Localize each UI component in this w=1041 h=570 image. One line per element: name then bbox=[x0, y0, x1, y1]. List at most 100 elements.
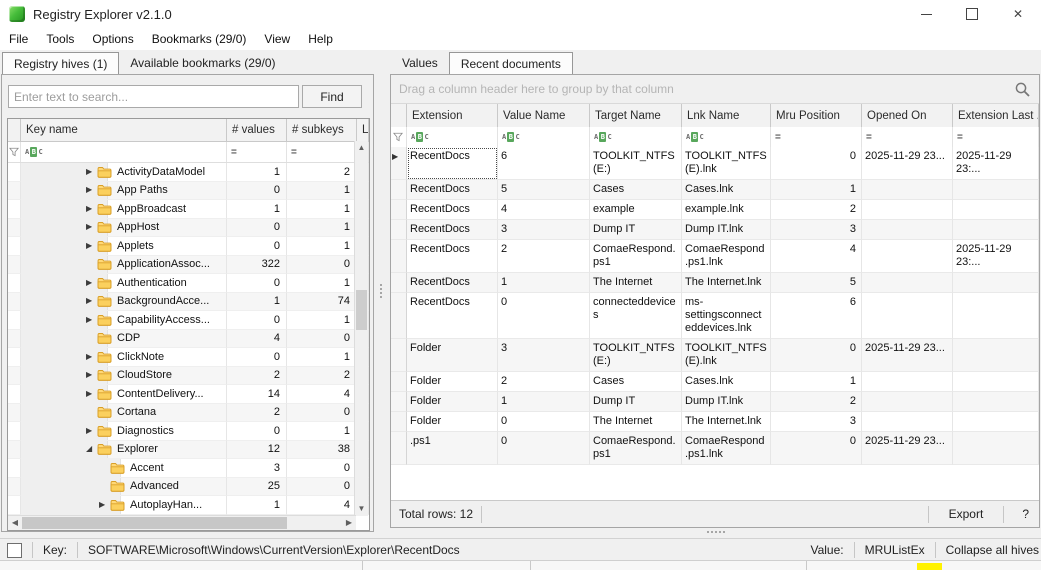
cell-value-name[interactable]: 4 bbox=[498, 200, 590, 220]
cell-target-name[interactable]: TOOLKIT_NTFS (E:) bbox=[590, 147, 682, 180]
cell-mru-position[interactable]: 5 bbox=[771, 273, 862, 293]
cell-lnk-name[interactable]: The Internet.lnk bbox=[682, 412, 771, 432]
cell-mru-position[interactable]: 0 bbox=[771, 339, 862, 372]
find-button[interactable]: Find bbox=[302, 85, 362, 108]
grid-row[interactable]: RecentDocs 4 example example.lnk 2 bbox=[391, 200, 1039, 220]
cell-target-name[interactable]: The Internet bbox=[590, 273, 682, 293]
tree-row[interactable]: ◢ Explorer 12 38 bbox=[8, 440, 369, 459]
grid-row[interactable]: Folder 0 The Internet The Internet.lnk 3 bbox=[391, 412, 1039, 432]
cell-opened-on[interactable] bbox=[862, 273, 953, 293]
cell-extension-last[interactable]: 2025-11-29 23:... bbox=[953, 240, 1039, 273]
cell-lnk-name[interactable]: The Internet.lnk bbox=[682, 273, 771, 293]
cell-mru-position[interactable]: 2 bbox=[771, 200, 862, 220]
cell-value-name[interactable]: 1 bbox=[498, 392, 590, 412]
cell-extension[interactable]: Folder bbox=[407, 412, 498, 432]
scroll-thumb[interactable] bbox=[22, 517, 287, 529]
cell-lnk-name[interactable]: example.lnk bbox=[682, 200, 771, 220]
tree-header-lastwrite[interactable]: Las bbox=[357, 119, 369, 141]
grid-row[interactable]: ▶ RecentDocs 6 TOOLKIT_NTFS (E:) TOOLKIT_NTF… bbox=[391, 147, 1039, 180]
grid-header-value-name[interactable]: Value Name bbox=[498, 104, 590, 127]
cell-value-name[interactable]: 0 bbox=[498, 293, 590, 339]
menu-item-options[interactable]: Options bbox=[83, 32, 142, 46]
grid-row[interactable]: RecentDocs 5 Cases Cases.lnk 1 bbox=[391, 180, 1039, 200]
grid-filter-lnk-name[interactable]: ABC bbox=[682, 127, 771, 147]
cell-opened-on[interactable] bbox=[862, 392, 953, 412]
cell-target-name[interactable]: connecteddevices bbox=[590, 293, 682, 339]
grid-header-lnk-name[interactable]: Lnk Name bbox=[682, 104, 771, 127]
cell-extension-last[interactable] bbox=[953, 200, 1039, 220]
cell-lnk-name[interactable]: Cases.lnk bbox=[682, 372, 771, 392]
cell-opened-on[interactable] bbox=[862, 372, 953, 392]
menu-item-view[interactable]: View bbox=[255, 32, 299, 46]
tab-registry-hives[interactable]: Registry hives (1) bbox=[2, 52, 120, 76]
search-input[interactable] bbox=[8, 85, 299, 108]
cell-opened-on[interactable] bbox=[862, 412, 953, 432]
grid-header-extension[interactable]: Extension bbox=[407, 104, 498, 127]
cell-lnk-name[interactable]: ComaeRespond.ps1.lnk bbox=[682, 240, 771, 273]
tab-available-bookmarks[interactable]: Available bookmarks (29/0) bbox=[119, 52, 286, 74]
tree-row[interactable]: ▶ AppHost 0 1 bbox=[8, 218, 369, 237]
tree-header-subkeys[interactable]: # subkeys bbox=[287, 119, 357, 141]
cell-extension-last[interactable] bbox=[953, 412, 1039, 432]
tree-horizontal-scrollbar[interactable]: ◀ ▶ bbox=[8, 515, 356, 530]
grid-header-extension-last[interactable]: Extension Last ... bbox=[953, 104, 1039, 127]
cell-extension-last[interactable] bbox=[953, 273, 1039, 293]
scroll-right-icon[interactable]: ▶ bbox=[342, 516, 356, 530]
cell-extension[interactable]: RecentDocs bbox=[407, 147, 498, 180]
cell-value-name[interactable]: 0 bbox=[498, 412, 590, 432]
grid-filter-opened-on[interactable]: = bbox=[862, 127, 953, 147]
cell-extension[interactable]: RecentDocs bbox=[407, 180, 498, 200]
expander-collapsed-icon[interactable]: ▶ bbox=[86, 297, 97, 305]
cell-extension-last[interactable] bbox=[953, 339, 1039, 372]
cell-value-name[interactable]: 0 bbox=[498, 432, 590, 465]
tree-row[interactable]: ▶ ClickNote 0 1 bbox=[8, 348, 369, 367]
cell-lnk-name[interactable]: TOOLKIT_NTFS (E).lnk bbox=[682, 147, 771, 180]
panel-splitter[interactable] bbox=[377, 278, 385, 304]
cell-mru-position[interactable]: 0 bbox=[771, 147, 862, 180]
cell-value-name[interactable]: 3 bbox=[498, 339, 590, 372]
cell-mru-position[interactable]: 0 bbox=[771, 432, 862, 465]
cell-value-name[interactable]: 2 bbox=[498, 240, 590, 273]
minimize-button[interactable] bbox=[903, 0, 949, 28]
cell-mru-position[interactable]: 3 bbox=[771, 220, 862, 240]
cell-opened-on[interactable]: 2025-11-29 23... bbox=[862, 147, 953, 180]
tree-row[interactable]: ▶ App Paths 0 1 bbox=[8, 181, 369, 200]
cell-extension[interactable]: RecentDocs bbox=[407, 220, 498, 240]
export-button[interactable]: Export bbox=[937, 507, 996, 521]
cell-extension-last[interactable] bbox=[953, 180, 1039, 200]
expander-collapsed-icon[interactable]: ▶ bbox=[86, 241, 97, 250]
grid-row[interactable]: Folder 1 Dump IT Dump IT.lnk 2 bbox=[391, 392, 1039, 412]
expander-collapsed-icon[interactable]: ▶ bbox=[86, 315, 97, 324]
search-magnifier-icon[interactable] bbox=[1014, 81, 1031, 98]
tree-row[interactable]: ▶ Applets 0 1 bbox=[8, 237, 369, 256]
cell-lnk-name[interactable]: Dump IT.lnk bbox=[682, 220, 771, 240]
grid-header-target-name[interactable]: Target Name bbox=[590, 104, 682, 127]
scroll-up-icon[interactable]: ▲ bbox=[355, 141, 368, 155]
splitter-handle-dots[interactable] bbox=[703, 528, 729, 536]
expander-collapsed-icon[interactable]: ▶ bbox=[86, 371, 97, 379]
cell-lnk-name[interactable]: ms-settingsconnecteddevices.lnk bbox=[682, 293, 771, 339]
grid-filter-extension-last[interactable]: = bbox=[953, 127, 1039, 147]
expander-collapsed-icon[interactable]: ▶ bbox=[99, 500, 110, 509]
cell-opened-on[interactable] bbox=[862, 293, 953, 339]
cell-lnk-name[interactable]: TOOLKIT_NTFS (E).lnk bbox=[682, 339, 771, 372]
tree-row[interactable]: Cortana 2 0 bbox=[8, 403, 369, 422]
cell-extension[interactable]: RecentDocs bbox=[407, 273, 498, 293]
collapse-all-hives-button[interactable]: Collapse all hives bbox=[946, 543, 1041, 557]
expander-collapsed-icon[interactable]: ▶ bbox=[86, 204, 97, 213]
expander-collapsed-icon[interactable]: ▶ bbox=[86, 426, 97, 435]
tab-values[interactable]: Values bbox=[391, 52, 449, 74]
tree-row[interactable]: ▶ CapabilityAccess... 0 1 bbox=[8, 311, 369, 330]
expander-collapsed-icon[interactable]: ▶ bbox=[86, 352, 97, 361]
grid-row[interactable]: RecentDocs 1 The Internet The Internet.lnk 5 bbox=[391, 273, 1039, 293]
expander-collapsed-icon[interactable]: ▶ bbox=[86, 167, 97, 176]
cell-opened-on[interactable] bbox=[862, 200, 953, 220]
grid-row[interactable]: Folder 2 Cases Cases.lnk 1 bbox=[391, 372, 1039, 392]
cell-value-name[interactable]: 1 bbox=[498, 273, 590, 293]
menu-item-bookmarks[interactable]: Bookmarks (29/0) bbox=[143, 32, 256, 46]
tree-filter-subkeys[interactable]: = bbox=[287, 142, 357, 162]
cell-lnk-name[interactable]: Cases.lnk bbox=[682, 180, 771, 200]
cell-value-name[interactable]: 3 bbox=[498, 220, 590, 240]
cell-mru-position[interactable]: 4 bbox=[771, 240, 862, 273]
tree-header-values[interactable]: # values bbox=[227, 119, 287, 141]
